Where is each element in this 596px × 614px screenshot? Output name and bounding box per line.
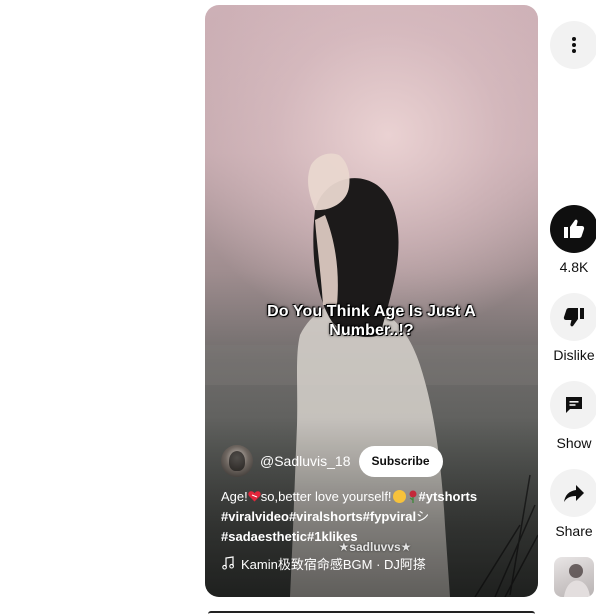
channel-row: @Sadluvis_18 Subscribe	[221, 445, 443, 477]
sound-thumbnail-image	[564, 564, 590, 597]
shorts-page: Do You Think Age Is Just A Number..!? ★s…	[0, 0, 596, 614]
heart-emoji-icon	[248, 491, 261, 502]
shorts-video-player[interactable]: Do You Think Age Is Just A Number..!? ★s…	[205, 5, 538, 597]
music-row[interactable]: Kamin极致宿命感BGM · DJ阿搽	[221, 553, 426, 573]
channel-avatar[interactable]	[221, 445, 253, 477]
rose-emoji-icon	[409, 490, 417, 503]
like-button[interactable]	[550, 205, 596, 253]
more-vert-icon	[572, 37, 576, 53]
like-count: 4.8K	[559, 259, 589, 275]
hashtag-link[interactable]: #fypviral	[363, 509, 416, 524]
hashtag-link[interactable]: #ytshorts	[419, 489, 478, 504]
thumbs-down-icon	[563, 308, 584, 327]
share-label: Share	[555, 523, 593, 539]
music-note-icon	[222, 556, 234, 570]
channel-handle[interactable]: @Sadluvis_18	[260, 453, 351, 469]
description-symbol: シ	[416, 509, 430, 524]
comments-label: Show	[556, 435, 592, 451]
comment-icon	[566, 397, 582, 413]
dislike-label: Dislike	[553, 347, 595, 363]
hashtag-link[interactable]: #sadaesthetic	[221, 529, 307, 544]
hashtag-link[interactable]: #viralvideo	[221, 509, 289, 524]
dislike-button[interactable]	[550, 293, 596, 341]
more-options-button[interactable]	[550, 21, 596, 69]
description-text: so,better love yourself!	[260, 489, 392, 504]
music-title: Kamin极致宿命感BGM · DJ阿搽	[241, 556, 426, 572]
description-text: Age!	[221, 489, 248, 504]
thumbs-up-icon	[564, 219, 585, 238]
hashtag-link[interactable]: #1klikes	[307, 529, 358, 544]
subscribe-button[interactable]: Subscribe	[358, 445, 443, 477]
upside-down-face-emoji-icon	[392, 490, 406, 503]
share-arrow-icon	[564, 485, 584, 502]
action-rail: 4.8K Dislike Show Share	[550, 0, 596, 614]
comments-button[interactable]	[550, 381, 596, 429]
video-description[interactable]: Age! so,better love yourself! #ytshorts #v…	[221, 487, 521, 547]
sound-thumbnail[interactable]	[554, 557, 594, 597]
video-caption-overlay: Do You Think Age Is Just A Number..!?	[267, 303, 476, 339]
hashtag-link[interactable]: #viralshorts	[289, 509, 363, 524]
share-button[interactable]	[550, 469, 596, 517]
